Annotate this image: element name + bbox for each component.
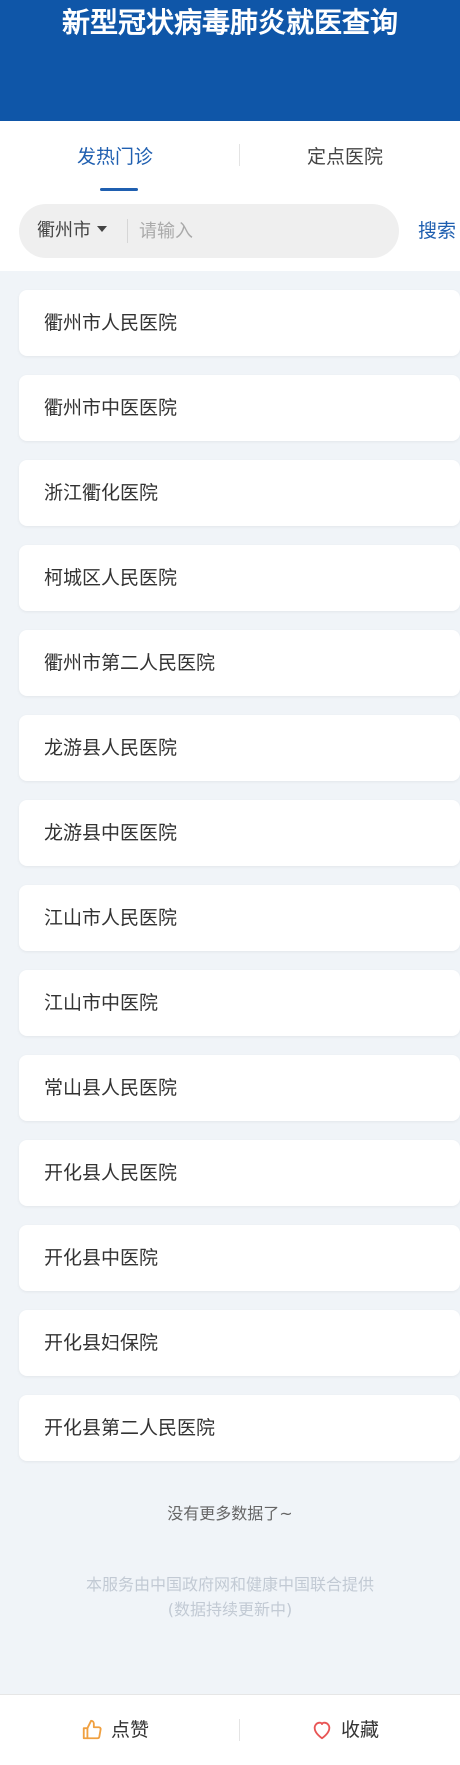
- footer-line-update: (数据持续更新中): [167, 1600, 293, 1619]
- search-input[interactable]: [139, 204, 389, 258]
- hospital-list-item[interactable]: 衢州市中医医院: [19, 375, 460, 441]
- search-panel: 发热门诊 定点医院 衢州市 搜索: [0, 121, 460, 271]
- tab-bar: 发热门诊 定点医院: [0, 121, 460, 196]
- like-button[interactable]: 点赞: [0, 1695, 230, 1765]
- like-label: 点赞: [110, 1719, 149, 1741]
- hospital-list: 衢州市人民医院 衢州市中医医院 浙江衢化医院 柯城区人民医院 衢州市第二人民医院…: [19, 290, 460, 1480]
- footer-note: 本服务由中国政府网和健康中国联合提供 (数据持续更新中): [0, 1572, 460, 1622]
- hospital-list-item[interactable]: 浙江衢化医院: [19, 460, 460, 526]
- hospital-list-item[interactable]: 开化县人民医院: [19, 1140, 460, 1206]
- hospital-list-item[interactable]: 开化县第二人民医院: [19, 1395, 460, 1461]
- active-tab-indicator: [100, 188, 138, 191]
- favorite-label: 收藏: [340, 1719, 379, 1741]
- heart-icon: [313, 1721, 331, 1740]
- footer-line-provider: 本服务由中国政府网和健康中国联合提供: [85, 1575, 374, 1594]
- hospital-list-item[interactable]: 柯城区人民医院: [19, 545, 460, 611]
- thumbs-up-icon: [82, 1719, 102, 1740]
- list-end-text: 没有更多数据了~: [167, 1504, 293, 1523]
- hospital-list-item[interactable]: 江山市人民医院: [19, 885, 460, 951]
- hospital-list-item[interactable]: 开化县中医院: [19, 1225, 460, 1291]
- page-header: 新型冠状病毒肺炎就医查询: [0, 0, 460, 121]
- hospital-list-item[interactable]: 龙游县中医医院: [19, 800, 460, 866]
- search-box: 衢州市: [19, 204, 399, 258]
- search-divider: [127, 219, 128, 243]
- hospital-list-item[interactable]: 衢州市人民医院: [19, 290, 460, 356]
- tab-fever-clinic[interactable]: 发热门诊: [0, 121, 230, 196]
- hospital-list-item[interactable]: 龙游县人民医院: [19, 715, 460, 781]
- hospital-list-item[interactable]: 开化县妇保院: [19, 1310, 460, 1376]
- tab-designated-hospital[interactable]: 定点医院: [230, 121, 460, 196]
- favorite-button[interactable]: 收藏: [230, 1695, 460, 1765]
- bottom-action-bar: 点赞 收藏: [0, 1694, 460, 1765]
- hospital-list-item[interactable]: 衢州市第二人民医院: [19, 630, 460, 696]
- caret-down-icon: [97, 226, 107, 232]
- hospital-list-item[interactable]: 江山市中医院: [19, 970, 460, 1036]
- page-title: 新型冠状病毒肺炎就医查询: [61, 6, 398, 39]
- search-button[interactable]: 搜索: [418, 204, 456, 258]
- hospital-list-item[interactable]: 常山县人民医院: [19, 1055, 460, 1121]
- city-select[interactable]: 衢州市: [37, 204, 107, 258]
- city-select-label: 衢州市: [37, 220, 91, 241]
